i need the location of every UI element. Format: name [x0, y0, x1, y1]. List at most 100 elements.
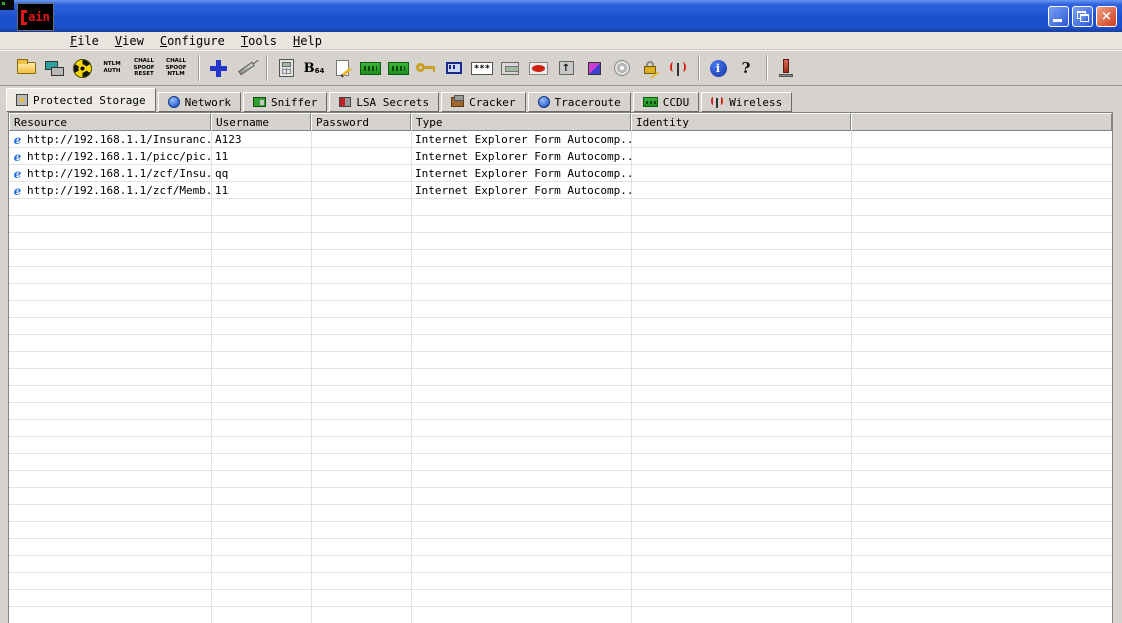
list-view: Resource Username Password Type Identity… [8, 112, 1113, 623]
wireless-icon [711, 96, 724, 109]
cisco-vpn-button[interactable] [385, 53, 411, 83]
add-to-list-button[interactable] [205, 53, 231, 83]
radioactive-icon [73, 59, 92, 78]
tab-wireless[interactable]: Wireless [701, 92, 792, 112]
column-header-resource[interactable]: Resource [9, 113, 211, 131]
question-icon: ? [742, 59, 751, 77]
cell-username: A123 [211, 133, 311, 146]
chall-spoof-ntlm-button[interactable]: CHALLSPOOFNTLM [161, 53, 191, 83]
database-passwords-button[interactable] [525, 53, 551, 83]
plus-icon [210, 60, 227, 77]
column-divider [631, 131, 632, 623]
syskey-button[interactable]: ↑ [553, 53, 579, 83]
tab-label: Protected Storage [33, 94, 146, 107]
menu-file[interactable]: File [62, 33, 107, 49]
securid-token-button[interactable] [497, 53, 523, 83]
asterisks-revealer-button[interactable]: *** [469, 53, 495, 83]
open-folder-icon [17, 62, 36, 74]
cell-resource: http://192.168.1.1/Insuranc... [27, 133, 211, 146]
cisco-vpn-icon [388, 62, 409, 75]
tab-protected-storage[interactable]: Protected Storage [6, 88, 156, 112]
table-row[interactable]: ehttp://192.168.1.1/zcf/Insu... qq Inter… [9, 165, 1112, 182]
token-calculator-icon [501, 62, 519, 75]
cell-type: Internet Explorer Form Autocomp... [411, 184, 631, 197]
logo-bracket-icon [21, 10, 27, 25]
cell-username: 11 [211, 184, 311, 197]
lsa-secrets-icon [339, 97, 351, 107]
close-button[interactable]: × [1096, 6, 1117, 27]
cd-button[interactable] [609, 53, 635, 83]
remote-desktop-button[interactable] [441, 53, 467, 83]
column-header-password[interactable]: Password [311, 113, 411, 131]
tab-label: Sniffer [271, 96, 317, 109]
network-icon [168, 96, 180, 108]
cell-type: Internet Explorer Form Autocomp... [411, 150, 631, 163]
injector-button[interactable] [233, 53, 259, 83]
base64-decoder-button[interactable]: B64 [301, 53, 327, 83]
dialup-password-button[interactable] [413, 53, 439, 83]
ccdu-icon [643, 97, 658, 107]
cell-type: Internet Explorer Form Autocomp... [411, 133, 631, 146]
list-body[interactable]: ehttp://192.168.1.1/Insuranc... A123 Int… [9, 131, 1112, 623]
key-icon [416, 62, 436, 74]
help-button[interactable]: ? [733, 53, 759, 83]
tab-lsa-secrets[interactable]: LSA Secrets [329, 92, 439, 112]
open-button[interactable] [13, 53, 39, 83]
menu-view[interactable]: View [107, 33, 152, 49]
ie-icon: e [11, 184, 24, 197]
table-row[interactable]: ehttp://192.168.1.1/Insuranc... A123 Int… [9, 131, 1112, 148]
column-divider [411, 131, 412, 623]
monitor-icon [446, 62, 462, 74]
column-header-identity[interactable]: Identity [631, 113, 851, 131]
chall-spoof-ntlm-icon: CHALLSPOOFNTLM [161, 58, 191, 78]
tab-ccdu[interactable]: CCDU [633, 92, 700, 112]
toolbar-separator [198, 55, 200, 81]
column-header-type[interactable]: Type [411, 113, 631, 131]
ie-icon: e [11, 167, 24, 180]
menu-help[interactable]: Help [285, 33, 330, 49]
table-row[interactable]: ehttp://192.168.1.1/zcf/Memb... 11 Inter… [9, 182, 1112, 199]
cd-icon [614, 60, 630, 76]
red-oval-icon [529, 62, 548, 75]
network-adapter-button[interactable] [41, 53, 67, 83]
column-header-extra[interactable] [851, 113, 1112, 131]
cisco-pix-button[interactable] [357, 53, 383, 83]
certificates-button[interactable] [637, 53, 663, 83]
app-logo: ain [17, 3, 54, 31]
cain-window: ain × File View Configure Tools Help NTL… [0, 0, 1122, 623]
restore-icon-front [1080, 14, 1089, 22]
antenna-icon [670, 60, 687, 77]
ie-icon: e [11, 133, 24, 146]
titlebar[interactable]: ain × [0, 0, 1122, 32]
minimize-icon [1053, 19, 1062, 22]
wireless-scanner-button[interactable] [665, 53, 691, 83]
cisco-type7-button[interactable] [329, 53, 355, 83]
menu-configure[interactable]: Configure [152, 33, 233, 49]
sniffer-icon [253, 97, 266, 107]
protected-storage-icon [16, 94, 28, 106]
start-stop-sniffer-button[interactable] [69, 53, 95, 83]
list-header: Resource Username Password Type Identity [9, 113, 1112, 131]
info-icon: i [710, 60, 727, 77]
tab-label: Network [185, 96, 231, 109]
tab-traceroute[interactable]: Traceroute [528, 92, 631, 112]
ntlm-auth-button[interactable]: NTLMAUTH [97, 53, 127, 83]
restore-button[interactable] [1072, 6, 1093, 27]
calculator-icon [279, 59, 294, 77]
table-row[interactable]: ehttp://192.168.1.1/picc/pic... 11 Inter… [9, 148, 1112, 165]
enterprise-manager-button[interactable] [581, 53, 607, 83]
toolbar-separator [266, 55, 268, 81]
exit-button[interactable] [773, 53, 799, 83]
tab-network[interactable]: Network [158, 92, 241, 112]
hash-calculator-button[interactable] [273, 53, 299, 83]
tab-label: LSA Secrets [356, 96, 429, 109]
cell-username: qq [211, 167, 311, 180]
minimize-button[interactable] [1048, 6, 1069, 27]
column-header-username[interactable]: Username [211, 113, 311, 131]
about-button[interactable]: i [705, 53, 731, 83]
tab-label: Traceroute [555, 96, 621, 109]
tab-cracker[interactable]: Cracker [441, 92, 525, 112]
tab-sniffer[interactable]: Sniffer [243, 92, 327, 112]
chall-spoof-reset-button[interactable]: CHALLSPOOFRESET [129, 53, 159, 83]
menu-tools[interactable]: Tools [233, 33, 285, 49]
